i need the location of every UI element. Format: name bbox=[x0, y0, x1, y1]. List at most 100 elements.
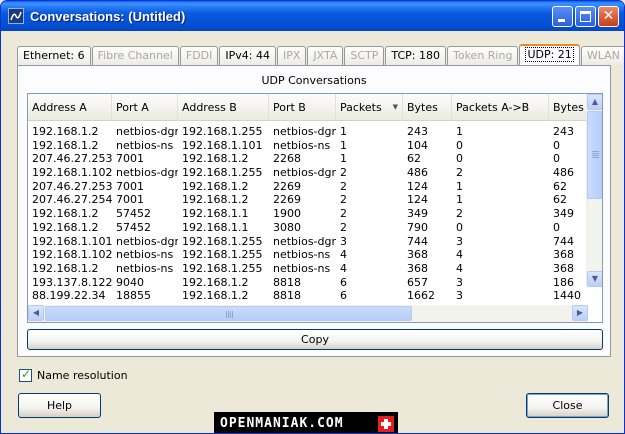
table-row[interactable]: 192.168.1.101 netbios-dgm 192.168.1.255 net… bbox=[28, 235, 588, 249]
table-cell: 192.168.1.2 bbox=[32, 138, 99, 152]
column-header-label: Packets A->B bbox=[456, 101, 530, 114]
column-header[interactable]: Port A bbox=[112, 94, 178, 121]
tab-fddi: FDDI bbox=[179, 46, 219, 65]
scroll-down-button[interactable]: ▼ bbox=[587, 271, 602, 287]
name-resolution-option[interactable]: ✓ Name resolution bbox=[19, 367, 128, 382]
column-header[interactable]: Packets A->B bbox=[452, 94, 549, 121]
copy-button-label: Copy bbox=[301, 333, 329, 346]
table-row[interactable]: 192.168.1.2 netbios-ns 192.168.1.101 netbio… bbox=[28, 139, 588, 153]
close-window-button[interactable]: ✕ bbox=[598, 6, 619, 27]
title-bar[interactable]: Conversations: (Untitled) ✕ bbox=[1, 1, 624, 31]
table-cell: 2268 bbox=[273, 152, 301, 166]
table-cell: 2 bbox=[340, 207, 347, 221]
scroll-left-button[interactable]: ◀ bbox=[28, 305, 44, 321]
table-cell: 2 bbox=[456, 207, 463, 221]
table-cell: 1 bbox=[456, 193, 463, 207]
table-cell: 62 bbox=[553, 179, 567, 193]
column-header-label: Port B bbox=[273, 101, 306, 114]
tab-udp[interactable]: UDP: 21 bbox=[519, 44, 580, 65]
table-cell: 3080 bbox=[273, 220, 301, 234]
tab-fibre-channel: Fibre Channel bbox=[91, 46, 179, 65]
tab-ipv4[interactable]: IPv4: 44 bbox=[219, 46, 276, 65]
table-row[interactable]: 193.137.8.122 9040 192.168.1.2 8818 6 657 3 186 bbox=[28, 276, 588, 290]
swiss-flag-icon bbox=[378, 415, 394, 432]
column-header[interactable]: Port B bbox=[269, 94, 336, 121]
tab-tcp[interactable]: TCP: 180 bbox=[385, 46, 446, 65]
maximize-button[interactable] bbox=[575, 6, 596, 27]
protocol-tabs: Ethernet: 6 Fibre Channel FDDI IPv4: 44 IPX J… bbox=[17, 44, 624, 65]
table-cell: 192.168.1.102 bbox=[32, 248, 112, 262]
table-row[interactable]: 192.168.1.102 netbios-dgm 192.168.1.255 net… bbox=[28, 166, 588, 180]
table-cell: 349 bbox=[553, 207, 574, 221]
window-title: Conversations: (Untitled) bbox=[30, 8, 186, 24]
table-cell: netbios-dgm bbox=[273, 234, 336, 248]
table-cell: 3 bbox=[456, 234, 463, 248]
table-cell: 1 bbox=[340, 125, 347, 138]
grip-icon bbox=[226, 311, 233, 318]
tab-label: UDP: 21 bbox=[525, 47, 574, 62]
table-cell: 243 bbox=[553, 125, 574, 138]
scroll-right-button[interactable]: ▶ bbox=[572, 305, 588, 321]
table-cell: 0 bbox=[553, 138, 560, 152]
table-cell: 1 bbox=[456, 125, 463, 138]
table-row[interactable]: 207.46.27.253 7001 192.168.1.2 2269 2 124 1 62 bbox=[28, 180, 588, 194]
column-header[interactable]: Bytes bbox=[403, 94, 452, 121]
table-cell: 0 bbox=[456, 152, 463, 166]
table-row[interactable]: 192.168.1.2 netbios-dgm 192.168.1.255 netbi… bbox=[28, 125, 588, 139]
copy-button[interactable]: Copy bbox=[27, 329, 603, 350]
help-button[interactable]: Help bbox=[18, 393, 101, 418]
table-row[interactable]: 88.199.22.34 18855 192.168.1.2 8818 6 1662 3 14… bbox=[28, 289, 588, 303]
table-cell: 3 bbox=[456, 289, 463, 303]
conversations-window: Conversations: (Untitled) ✕ Ethernet: 6 F… bbox=[0, 0, 625, 434]
table-row[interactable]: 192.168.1.102 netbios-ns 192.168.1.255 netb… bbox=[28, 248, 588, 262]
table-cell: 192.168.1.255 bbox=[182, 248, 263, 262]
table-cell: 368 bbox=[553, 261, 574, 275]
table-cell: 2269 bbox=[273, 193, 301, 207]
table-cell: 0 bbox=[553, 152, 560, 166]
column-header[interactable]: Address B bbox=[178, 94, 269, 121]
table-cell: 6 bbox=[340, 275, 347, 289]
table-cell: 8818 bbox=[273, 275, 301, 289]
table-row[interactable]: 207.46.27.254 7001 192.168.1.2 2269 2 124 1 62 bbox=[28, 193, 588, 207]
tab-ethernet[interactable]: Ethernet: 6 bbox=[17, 46, 91, 65]
column-header-label: Address B bbox=[182, 101, 237, 114]
tab-label: WLAN bbox=[586, 49, 620, 62]
table-cell: 486 bbox=[407, 166, 428, 180]
minimize-button[interactable] bbox=[552, 6, 573, 27]
tab-sctp: SCTP bbox=[344, 46, 385, 65]
table-cell: 1 bbox=[340, 138, 347, 152]
horizontal-scrollbar[interactable]: ◀ ▶ bbox=[28, 305, 588, 322]
vertical-scroll-thumb[interactable] bbox=[587, 111, 602, 199]
table-body: 192.168.1.2 netbios-dgm 192.168.1.255 netbi… bbox=[28, 125, 588, 303]
column-header[interactable]: Packets ▼ bbox=[336, 94, 403, 121]
tab-token-ring: Token Ring bbox=[447, 46, 519, 65]
table-cell: 207.46.27.253 bbox=[32, 152, 112, 166]
column-header[interactable]: Bytes bbox=[549, 94, 588, 121]
scroll-up-button[interactable]: ▲ bbox=[587, 94, 602, 110]
tab-jxta: JXTA bbox=[307, 46, 344, 65]
name-resolution-checkbox[interactable]: ✓ bbox=[19, 367, 32, 382]
close-button[interactable]: Close bbox=[526, 393, 609, 418]
column-header[interactable]: Address A bbox=[28, 94, 112, 121]
table-row[interactable]: 192.168.1.2 57452 192.168.1.1 3080 2 790 0 0 bbox=[28, 221, 588, 235]
table-row[interactable]: 207.46.27.253 7001 192.168.1.2 2268 1 62 0 0 bbox=[28, 152, 588, 166]
table-cell: 192.168.1.101 bbox=[32, 234, 112, 248]
table-cell: netbios-ns bbox=[273, 138, 331, 152]
table-cell: netbios-ns bbox=[116, 138, 174, 152]
table-cell: 744 bbox=[553, 234, 574, 248]
table-row[interactable]: 192.168.1.2 57452 192.168.1.1 1900 2 349 2 349 bbox=[28, 207, 588, 221]
horizontal-scroll-thumb[interactable] bbox=[45, 306, 412, 321]
table-cell: 192.168.1.2 bbox=[182, 179, 249, 193]
table-cell: 368 bbox=[553, 248, 574, 262]
table-row[interactable]: 192.168.1.2 netbios-ns 192.168.1.255 netbio… bbox=[28, 262, 588, 276]
minimize-icon bbox=[558, 19, 565, 22]
table-cell: 2 bbox=[340, 166, 347, 180]
column-header-label: Bytes bbox=[553, 101, 584, 114]
table-cell: netbios-dgm bbox=[273, 125, 336, 138]
table-cell: 192.168.1.102 bbox=[32, 166, 112, 180]
table-cell: 2 bbox=[340, 220, 347, 234]
logo-text: OPENMANIAK.COM bbox=[220, 416, 344, 431]
tab-label: Token Ring bbox=[453, 49, 513, 62]
table-cell: 3 bbox=[456, 275, 463, 289]
vertical-scrollbar[interactable]: ▲ ▼ bbox=[586, 94, 602, 287]
